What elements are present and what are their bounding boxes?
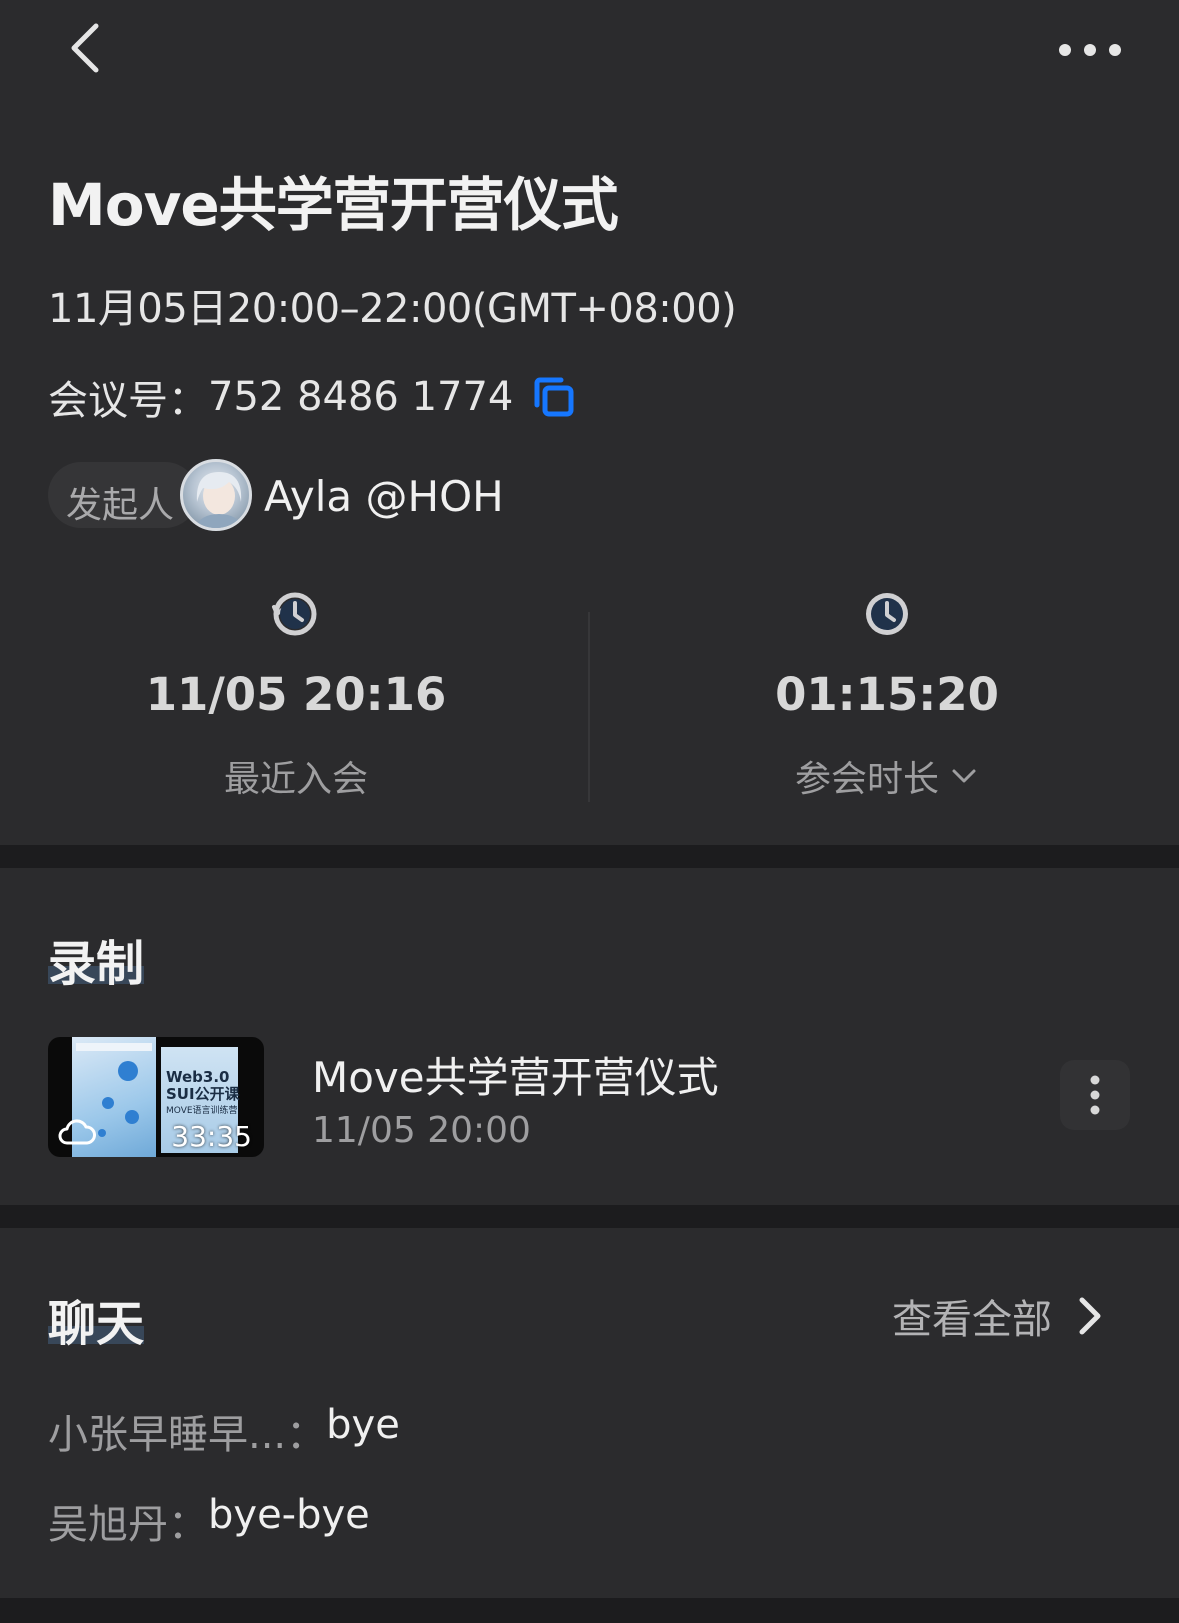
more-vertical-icon — [1090, 1075, 1100, 1115]
view-all-chat-link[interactable]: 查看全部 — [892, 1290, 1108, 1343]
duration-toggle[interactable]: 参会时长 — [707, 750, 1067, 802]
recording-more-button[interactable] — [1060, 1060, 1130, 1130]
meeting-id-label: 会议号： — [48, 378, 208, 424]
chevron-left-icon — [71, 23, 99, 73]
more-horizontal-icon — [1059, 44, 1121, 56]
clock-icon — [862, 589, 912, 643]
copy-icon — [534, 377, 574, 417]
history-clock-icon — [270, 589, 320, 643]
thumbnail-slide-text: Web3.0 SUI公开课 MOVE语言训练营 — [166, 1068, 240, 1117]
meeting-id-row: 会议号： 752 8486 1774 — [48, 372, 577, 424]
meeting-time-range: 11月05日20:00–22:00(GMT+08:00) — [48, 286, 737, 332]
meeting-title: Move共学营开营仪式 — [48, 171, 619, 239]
meeting-id-value: 752 8486 1774 — [208, 374, 514, 420]
chevron-down-icon — [952, 769, 976, 783]
chat-sender: 小张早睡早...： — [48, 1412, 327, 1458]
recording-thumbnail[interactable]: Web3.0 SUI公开课 MOVE语言训练营 33:35 — [48, 1037, 264, 1157]
chat-heading: 聊天 — [48, 1296, 145, 1352]
chat-message: 吴旭丹： bye-bye — [48, 1492, 370, 1550]
chat-text: bye — [326, 1402, 400, 1448]
recording-duration: 33:35 — [171, 1120, 252, 1153]
cloud-icon — [58, 1119, 96, 1145]
last-join-value: 11/05 20:16 — [145, 668, 447, 721]
chevron-right-icon — [1079, 1297, 1101, 1335]
chat-text: bye-bye — [208, 1492, 370, 1538]
last-join-label: 最近入会 — [223, 759, 368, 800]
host-avatar[interactable] — [180, 459, 252, 531]
recording-time: 11/05 20:00 — [312, 1110, 531, 1151]
stats-divider — [588, 612, 590, 802]
host-label: 发起人 — [66, 485, 175, 526]
chat-sender: 吴旭丹： — [48, 1502, 208, 1548]
recording-heading: 录制 — [48, 936, 145, 992]
recording-title[interactable]: Move共学营开营仪式 — [312, 1044, 719, 1105]
copy-meeting-id-button[interactable] — [529, 373, 577, 421]
view-all-label: 查看全部 — [892, 1297, 1052, 1343]
duration-value: 01:15:20 — [775, 668, 999, 721]
chat-message: 小张早睡早...： bye — [48, 1402, 400, 1460]
back-button[interactable] — [56, 18, 116, 78]
duration-label: 参会时长 — [794, 759, 939, 800]
host-name: Ayla @HOH — [264, 472, 504, 521]
more-options-button[interactable] — [1050, 28, 1130, 72]
